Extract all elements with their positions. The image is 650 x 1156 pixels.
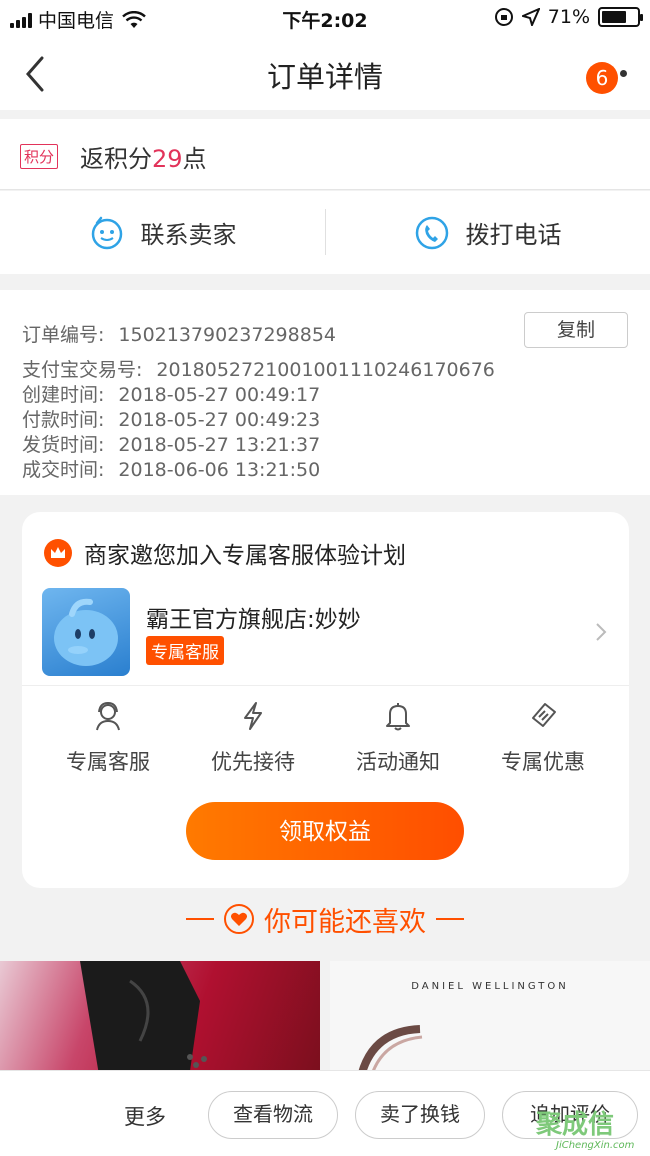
- info-label: 成交时间:: [22, 459, 105, 481]
- location-icon: [521, 8, 540, 26]
- lightning-icon: [244, 702, 262, 730]
- call-phone-label: 拨打电话: [465, 221, 562, 249]
- recommend-title: 你可能还喜欢: [264, 906, 426, 938]
- perk-label: 专属客服: [66, 750, 150, 774]
- points-text: 返积分29点: [80, 139, 207, 174]
- perks-row: 专属客服 优先接待 活动通知 专属优惠: [22, 700, 629, 790]
- recommend-header: 你可能还喜欢: [0, 898, 650, 940]
- heart-icon: [224, 904, 254, 934]
- card-header: 商家邀您加入专属客服体验计划: [44, 536, 406, 570]
- bell-icon: [386, 703, 410, 731]
- divider-line: [186, 918, 214, 920]
- watermark: 聚成信 JiChengXin.com: [530, 1102, 648, 1156]
- message-count-badge: 6: [586, 62, 618, 94]
- info-label: 创建时间:: [22, 384, 105, 406]
- status-right: 71%: [494, 6, 643, 28]
- created-time-row: 创建时间: 2018-05-27 00:49:17: [22, 380, 320, 407]
- exclusive-service-card: 商家邀您加入专属客服体验计划 霸王官方旗舰店:妙妙 专属客服 专属客服 优先接待…: [22, 512, 629, 888]
- perk-label: 优先接待: [211, 750, 295, 774]
- alipay-trade-row: 支付宝交易号: 2018052721001001110246170676: [22, 355, 495, 382]
- battery-icon: [598, 7, 643, 27]
- info-value: 2018-05-27 00:49:17: [118, 384, 321, 406]
- shop-service-tag: 专属客服: [146, 636, 224, 665]
- info-label: 订单编号:: [22, 324, 105, 346]
- battery-percent: 71%: [547, 6, 590, 28]
- shipped-time-row: 发货时间: 2018-05-27 13:21:37: [22, 430, 320, 457]
- divider-line: [436, 918, 464, 920]
- points-suffix: 点: [182, 145, 207, 173]
- info-label: 发货时间:: [22, 434, 105, 456]
- info-value: 150213790237298854: [118, 324, 336, 346]
- more-menu-button[interactable]: 6: [586, 62, 630, 94]
- watermark-url: JiChengXin.com: [556, 1140, 635, 1151]
- perk-exclusive-service[interactable]: 专属客服: [32, 700, 184, 776]
- chat-face-icon: [91, 216, 122, 249]
- copy-button[interactable]: 复制: [524, 312, 628, 348]
- order-number-row: 订单编号: 150213790237298854: [22, 320, 336, 347]
- resell-button[interactable]: 卖了换钱: [355, 1091, 485, 1139]
- product-image: [80, 961, 207, 1081]
- info-value: 2018-05-27 00:49:23: [118, 409, 321, 431]
- info-value: 2018-05-27 13:21:37: [118, 434, 321, 456]
- contact-section: 联系卖家 拨打电话: [0, 191, 650, 274]
- points-prefix: 返积分: [80, 145, 152, 173]
- contact-seller-label: 联系卖家: [140, 221, 237, 249]
- perk-discount[interactable]: 专属优惠: [467, 700, 619, 776]
- perk-priority[interactable]: 优先接待: [177, 700, 329, 776]
- shop-row[interactable]: 霸王官方旗舰店:妙妙 专属客服: [22, 588, 629, 686]
- info-value: 2018-06-06 13:21:50: [118, 459, 321, 481]
- points-section: 积分 返积分29点: [0, 119, 650, 190]
- points-tag: 积分: [20, 144, 59, 169]
- rotation-lock-icon: [494, 8, 513, 26]
- service-person-icon: [96, 701, 120, 731]
- perk-label: 活动通知: [356, 750, 440, 774]
- points-value: 29: [152, 145, 183, 173]
- deal-time-row: 成交时间: 2018-06-06 13:21:50: [22, 455, 320, 482]
- more-actions-button[interactable]: 更多: [124, 1101, 166, 1131]
- dot-icon: [620, 70, 627, 77]
- card-title: 商家邀您加入专属客服体验计划: [84, 543, 406, 569]
- product-image: [356, 1025, 423, 1081]
- status-bar: 中国电信 下午2:02 71%: [0, 0, 650, 38]
- info-label: 支付宝交易号:: [22, 359, 143, 381]
- shop-avatar: [42, 588, 130, 676]
- claim-benefits-button[interactable]: 领取权益: [186, 802, 464, 860]
- ticket-icon: [532, 703, 556, 727]
- product-card[interactable]: [0, 961, 320, 1081]
- perk-notification[interactable]: 活动通知: [322, 700, 474, 776]
- perk-label: 专属优惠: [501, 750, 585, 774]
- order-info-section: 订单编号: 150213790237298854 复制 支付宝交易号: 201805…: [0, 290, 650, 495]
- shop-name: 霸王官方旗舰店:妙妙: [146, 607, 361, 633]
- product-brand: DANIEL WELLINGTON: [411, 981, 569, 992]
- crown-icon: [44, 539, 72, 567]
- call-phone-button[interactable]: 拨打电话: [325, 191, 650, 274]
- page-title: 订单详情: [266, 60, 383, 94]
- info-value: 2018052721001001110246170676: [156, 359, 495, 381]
- paid-time-row: 付款时间: 2018-05-27 00:49:23: [22, 405, 320, 432]
- view-logistics-button[interactable]: 查看物流: [208, 1091, 338, 1139]
- phone-icon: [415, 216, 448, 249]
- chevron-right-icon: [596, 623, 607, 641]
- contact-seller-button[interactable]: 联系卖家: [0, 191, 325, 274]
- product-card[interactable]: DANIEL WELLINGTON: [330, 961, 650, 1081]
- watermark-text: 聚成信: [536, 1110, 615, 1140]
- info-label: 付款时间:: [22, 409, 105, 431]
- battery-fill: [602, 11, 627, 23]
- nav-bar: 订单详情 6: [0, 38, 650, 110]
